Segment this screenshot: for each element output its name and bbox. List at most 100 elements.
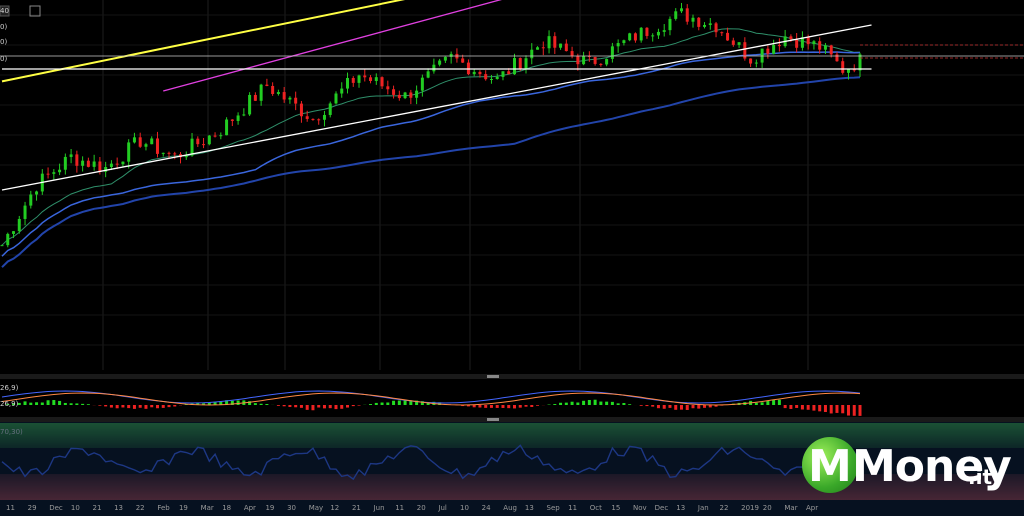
candle-body [754,62,758,64]
candle-body [576,55,580,65]
macd-bar [144,405,148,409]
panel-handle-rsi [487,418,499,421]
macd-bar [685,405,689,410]
candle-body [559,43,563,48]
macd-bar [507,405,511,409]
x-tick-label: Dec [655,504,669,512]
candle-body [593,56,597,64]
candle-body [225,119,229,136]
candle-body [536,47,540,50]
candle-body [772,44,776,54]
macd-bar [835,405,839,413]
money-it-logo: M Money .it [800,435,1020,505]
macd-bar [559,402,563,405]
macd-bar [259,403,263,405]
macd-bar [605,401,609,405]
candle-body [253,94,257,101]
candle-body [219,135,223,137]
x-tick-label: May [309,504,323,512]
macd-bar [138,405,142,408]
candle-body [582,55,586,65]
x-tick-label: Apr [806,504,818,512]
macd-bar [823,405,827,413]
macd-bar [75,403,79,405]
macd-bar [340,405,344,409]
macd-bar [276,405,280,406]
candle-body [98,161,102,172]
candle-body [69,154,73,157]
x-tick-label: 18 [222,504,231,512]
macd-bar [846,405,850,416]
x-tick-label: 30 [287,504,296,512]
logo-suffix: .it [968,465,993,489]
macd-bar [155,405,159,409]
candle-body [731,40,735,45]
candle-body [109,163,113,168]
candle-body [679,8,683,12]
macd-bar [380,402,384,405]
macd-bar [58,400,62,405]
ma-line-ma-slow [1,76,861,268]
candle-body [380,77,384,87]
macd-bar [576,402,580,405]
macd-bar [587,399,591,405]
candle-body [294,97,298,104]
candle-body [685,8,689,22]
macd-bar [29,402,33,405]
candle-body [328,103,332,115]
macd-bar [472,405,476,408]
macd-bar [679,405,683,410]
macd-bar [777,399,781,405]
x-tick-label: Aug [503,504,517,512]
candle-body [737,42,741,45]
candle-body [553,36,557,48]
macd-bar [52,400,56,405]
candle-body [472,71,476,75]
macd-bar [829,405,833,414]
x-tick-label: 11 [6,504,15,512]
candle-body [167,152,171,154]
candle-body [248,94,252,115]
candle-body [501,71,505,77]
x-tick-label: 24 [482,504,491,512]
macd-bar [173,405,177,407]
candle-body [317,119,321,121]
candle-body [524,58,528,69]
candle-body [645,27,649,36]
macd-bar [668,405,672,408]
candle-body [656,31,660,36]
macd-bar [553,404,557,405]
candle-body [236,115,240,121]
candle-body [288,97,292,100]
x-tick-label: 12 [330,504,339,512]
candle-body [213,135,217,137]
macd-bar [622,403,626,405]
macd-bar [524,405,528,407]
candle-body [202,144,206,146]
candle-body [726,32,730,41]
x-tick-label: 15 [611,504,620,512]
candle-body [507,71,511,75]
logo-badge: M [802,437,858,493]
macd-bar [236,400,240,405]
x-tick-label: Jun [373,504,385,512]
candle-body [305,116,309,119]
candle-body [409,92,413,98]
macd-bar [69,403,73,405]
candle-body [207,135,211,145]
candle-body [697,17,701,27]
candle-body [415,90,419,98]
macd-bar [703,405,707,408]
candle-body [322,114,326,120]
macd-bar [150,405,154,408]
x-tick-label: 22 [136,504,145,512]
candle-body [17,218,21,232]
candle-body [144,144,148,147]
candle-body [777,44,781,47]
x-tick-label: Nov [633,504,647,512]
x-tick-label: Mar [201,504,214,512]
macd-bar [109,405,113,408]
chart-screenshot: 400)0)0)26,9)26,9)70,30)1129Dec10211322F… [0,0,1024,516]
candle-body [749,58,753,64]
candle-body [438,60,442,65]
